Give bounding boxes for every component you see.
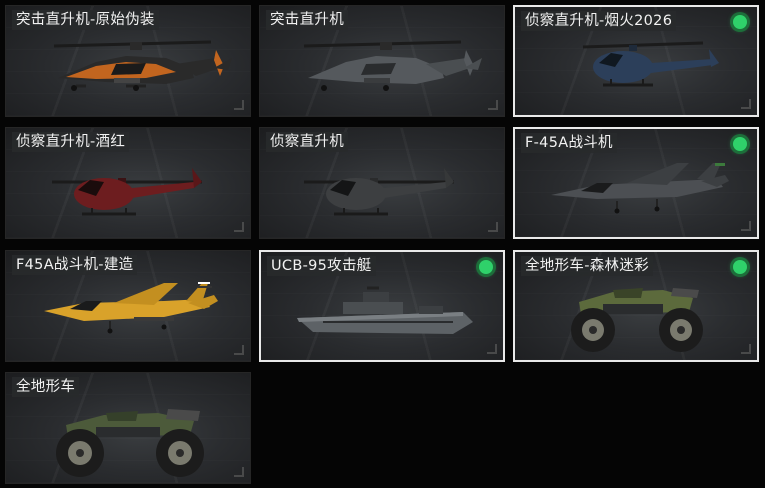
vehicle-card-attack-helicopter-camo[interactable]: 突击直升机-原始伪装 xyxy=(5,5,251,117)
corner-mark xyxy=(234,345,244,355)
fighter-jet-icon xyxy=(44,282,218,334)
scout-helicopter-icon xyxy=(582,41,719,87)
attack-boat-icon xyxy=(297,286,473,334)
attack-helicopter-icon xyxy=(53,40,232,91)
corner-mark xyxy=(234,100,244,110)
corner-mark xyxy=(488,222,498,232)
vehicle-card-scout-helicopter-fireworks[interactable]: 侦察直升机-烟火2026 xyxy=(513,5,759,117)
corner-mark xyxy=(234,222,244,232)
corner-mark xyxy=(488,100,498,110)
scout-helicopter-icon xyxy=(304,168,454,216)
vehicle-card-atv-forest-camo[interactable]: 全地形车-森林迷彩 xyxy=(513,250,759,362)
vehicle-card-atv[interactable]: 全地形车 xyxy=(5,372,251,484)
vehicle-card-scout-helicopter-burgundy[interactable]: 侦察直升机-酒红 xyxy=(5,127,251,239)
scout-helicopter-icon xyxy=(52,168,202,216)
atv-icon xyxy=(571,288,703,352)
atv-icon xyxy=(56,409,204,477)
corner-mark xyxy=(741,221,751,231)
corner-mark xyxy=(741,344,751,354)
attack-helicopter-icon xyxy=(303,40,482,91)
vehicle-card-f45a-fighter-build[interactable]: F45A战斗机-建造 xyxy=(5,250,251,362)
corner-mark xyxy=(234,467,244,477)
vehicle-card-ucb95-attack-boat[interactable]: UCB-95攻击艇 xyxy=(259,250,505,362)
corner-mark xyxy=(487,344,497,354)
fighter-jet-icon xyxy=(551,163,729,214)
corner-mark xyxy=(741,99,751,109)
vehicle-card-attack-helicopter[interactable]: 突击直升机 xyxy=(259,5,505,117)
vehicle-card-f45a-fighter[interactable]: F-45A战斗机 xyxy=(513,127,759,239)
vehicle-grid: 突击直升机-原始伪装 突击直升机 侦察直升机-烟火2026 侦察直升机-酒红 侦… xyxy=(0,0,765,488)
vehicle-card-scout-helicopter[interactable]: 侦察直升机 xyxy=(259,127,505,239)
